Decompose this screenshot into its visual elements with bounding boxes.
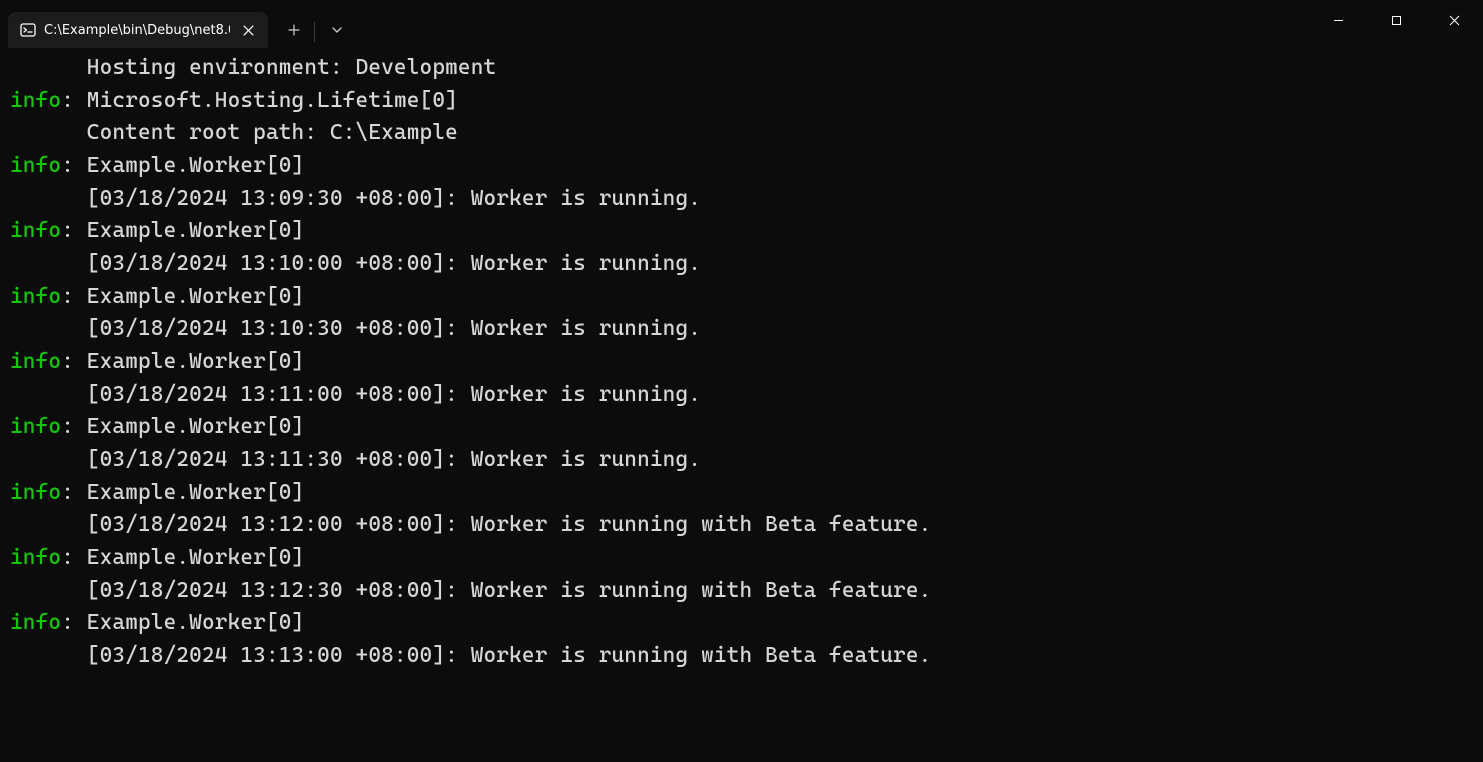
titlebar: C:\Example\bin\Debug\net8.0 [0,0,1483,48]
log-message-line: [03/18/2024 13:10:00 +08:00]: Worker is … [10,248,1473,281]
log-header-line: info: Example.Worker[0] [10,281,1473,314]
new-tab-button[interactable] [278,14,310,46]
log-message-line: [03/18/2024 13:12:00 +08:00]: Worker is … [10,509,1473,542]
titlebar-left: C:\Example\bin\Debug\net8.0 [0,0,353,48]
maximize-button[interactable] [1367,0,1425,40]
log-message-line: [03/18/2024 13:09:30 +08:00]: Worker is … [10,183,1473,216]
tab-separator [314,22,315,42]
log-level: info [10,153,61,178]
caret [10,673,21,695]
log-header-line: info: Example.Worker[0] [10,150,1473,183]
tab-dropdown-button[interactable] [321,14,353,46]
log-message-line: [03/18/2024 13:11:30 +08:00]: Worker is … [10,444,1473,477]
log-header-line: info: Example.Worker[0] [10,346,1473,379]
log-level: info [10,349,61,374]
log-header-line: info: Example.Worker[0] [10,411,1473,444]
window-controls [1309,0,1483,48]
tab-close-button[interactable] [238,20,258,40]
terminal-icon [20,22,36,38]
log-header-line: info: Example.Worker[0] [10,477,1473,510]
log-message-line: [03/18/2024 13:12:30 +08:00]: Worker is … [10,575,1473,608]
log-header-line: info: Example.Worker[0] [10,607,1473,640]
log-level: info [10,545,61,570]
log-message-line: [03/18/2024 13:11:00 +08:00]: Worker is … [10,379,1473,412]
tab-active[interactable]: C:\Example\bin\Debug\net8.0 [8,12,268,48]
log-level: info [10,414,61,439]
log-message-line: [03/18/2024 13:10:30 +08:00]: Worker is … [10,313,1473,346]
log-message-line: Content root path: C:\Example [10,117,1473,150]
log-header-line: info: Microsoft.Hosting.Lifetime[0] [10,85,1473,118]
tab-title: C:\Example\bin\Debug\net8.0 [44,23,230,38]
log-level: info [10,218,61,243]
log-level: info [10,480,61,505]
prompt-line [10,673,1473,706]
log-level: info [10,610,61,635]
log-header-line: info: Example.Worker[0] [10,215,1473,248]
log-level: info [10,284,61,309]
log-level: info [10,88,61,113]
log-message-line: Hosting environment: Development [10,52,1473,85]
terminal-output[interactable]: Hosting environment: Developmentinfo: Mi… [0,48,1483,713]
log-header-line: info: Example.Worker[0] [10,542,1473,575]
minimize-button[interactable] [1309,0,1367,40]
window-close-button[interactable] [1425,0,1483,40]
log-message-line: [03/18/2024 13:13:00 +08:00]: Worker is … [10,640,1473,673]
